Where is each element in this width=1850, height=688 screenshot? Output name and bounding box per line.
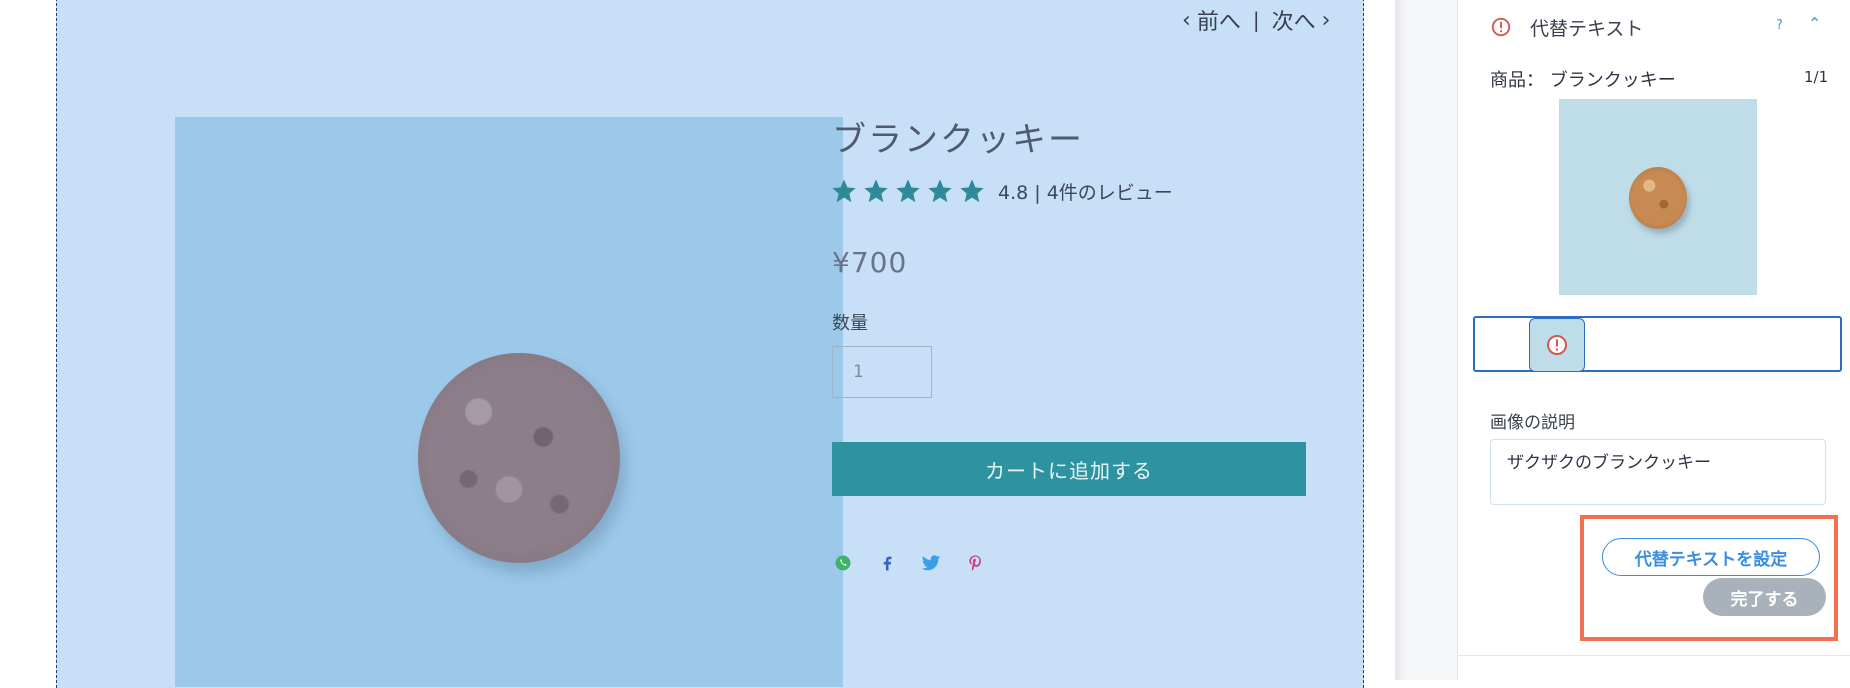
cookie-thumbnail <box>1629 167 1687 229</box>
quantity-label: 数量 <box>832 313 868 334</box>
done-button[interactable]: 完了する <box>1703 578 1826 616</box>
pinterest-icon[interactable] <box>964 552 986 574</box>
canvas-scroll-edge <box>1395 0 1405 680</box>
quantity-input[interactable] <box>832 346 932 398</box>
product-title: ブランクッキー <box>832 120 1084 160</box>
cookie-photo <box>418 353 620 563</box>
star-icon <box>896 179 920 203</box>
next-link[interactable]: 次へ <box>1272 4 1316 36</box>
star-icon <box>832 179 856 203</box>
product-pager: ‹ 前へ | 次へ › <box>1182 4 1330 36</box>
set-alt-text-button[interactable]: 代替テキストを設定 <box>1602 538 1820 576</box>
chevron-left-icon[interactable]: ‹ <box>1182 8 1191 33</box>
pager-separator: | <box>1252 8 1260 32</box>
star-icon <box>928 179 952 203</box>
prev-link[interactable]: 前へ <box>1197 4 1241 36</box>
product-page-section[interactable]: ‹ 前へ | 次へ › <box>56 0 1364 688</box>
thumbnail-item[interactable] <box>1529 318 1585 372</box>
star-icon <box>864 179 888 203</box>
star-icon <box>960 179 984 203</box>
description-label: 画像の説明 <box>1490 413 1575 433</box>
image-counter: 1/1 <box>1804 68 1829 86</box>
twitter-icon[interactable] <box>920 552 942 574</box>
product-rating[interactable]: 4.8 | 4件のレビュー <box>830 176 1173 206</box>
panel-title: 代替テキスト <box>1530 18 1644 40</box>
warning-icon <box>1547 335 1567 355</box>
description-field[interactable]: ザクザクのブランクッキー <box>1490 439 1826 505</box>
rating-summary[interactable]: 4.8 | 4件のレビュー <box>998 178 1173 205</box>
editor-canvas: ‹ 前へ | 次へ › ブランクッキー 4.8 | 4件のレビュー ¥700 数… <box>0 0 1395 688</box>
product-price: ¥700 <box>832 246 908 279</box>
warning-icon <box>1491 17 1511 37</box>
product-image[interactable] <box>175 117 843 687</box>
panel-header[interactable]: 代替テキスト ? ⌃ <box>1458 0 1850 52</box>
chevron-up-icon[interactable]: ⌃ <box>1808 14 1821 33</box>
product-label: 商品： ブランクッキー <box>1490 70 1676 91</box>
add-to-cart-button[interactable]: カートに追加する <box>832 442 1306 496</box>
selected-image-preview <box>1559 99 1757 295</box>
share-bar <box>832 552 986 574</box>
panel-gutter <box>1405 0 1457 680</box>
alt-text-panel: 代替テキスト ? ⌃ 商品： ブランクッキー 1/1 画像の説明 ザクザクのブラ… <box>1457 0 1850 680</box>
panel-divider <box>1458 655 1850 656</box>
whatsapp-icon[interactable] <box>832 552 854 574</box>
chevron-right-icon[interactable]: › <box>1322 8 1331 33</box>
image-thumbnail-strip <box>1473 316 1842 372</box>
help-icon[interactable]: ? <box>1776 18 1783 33</box>
facebook-icon[interactable] <box>876 552 898 574</box>
